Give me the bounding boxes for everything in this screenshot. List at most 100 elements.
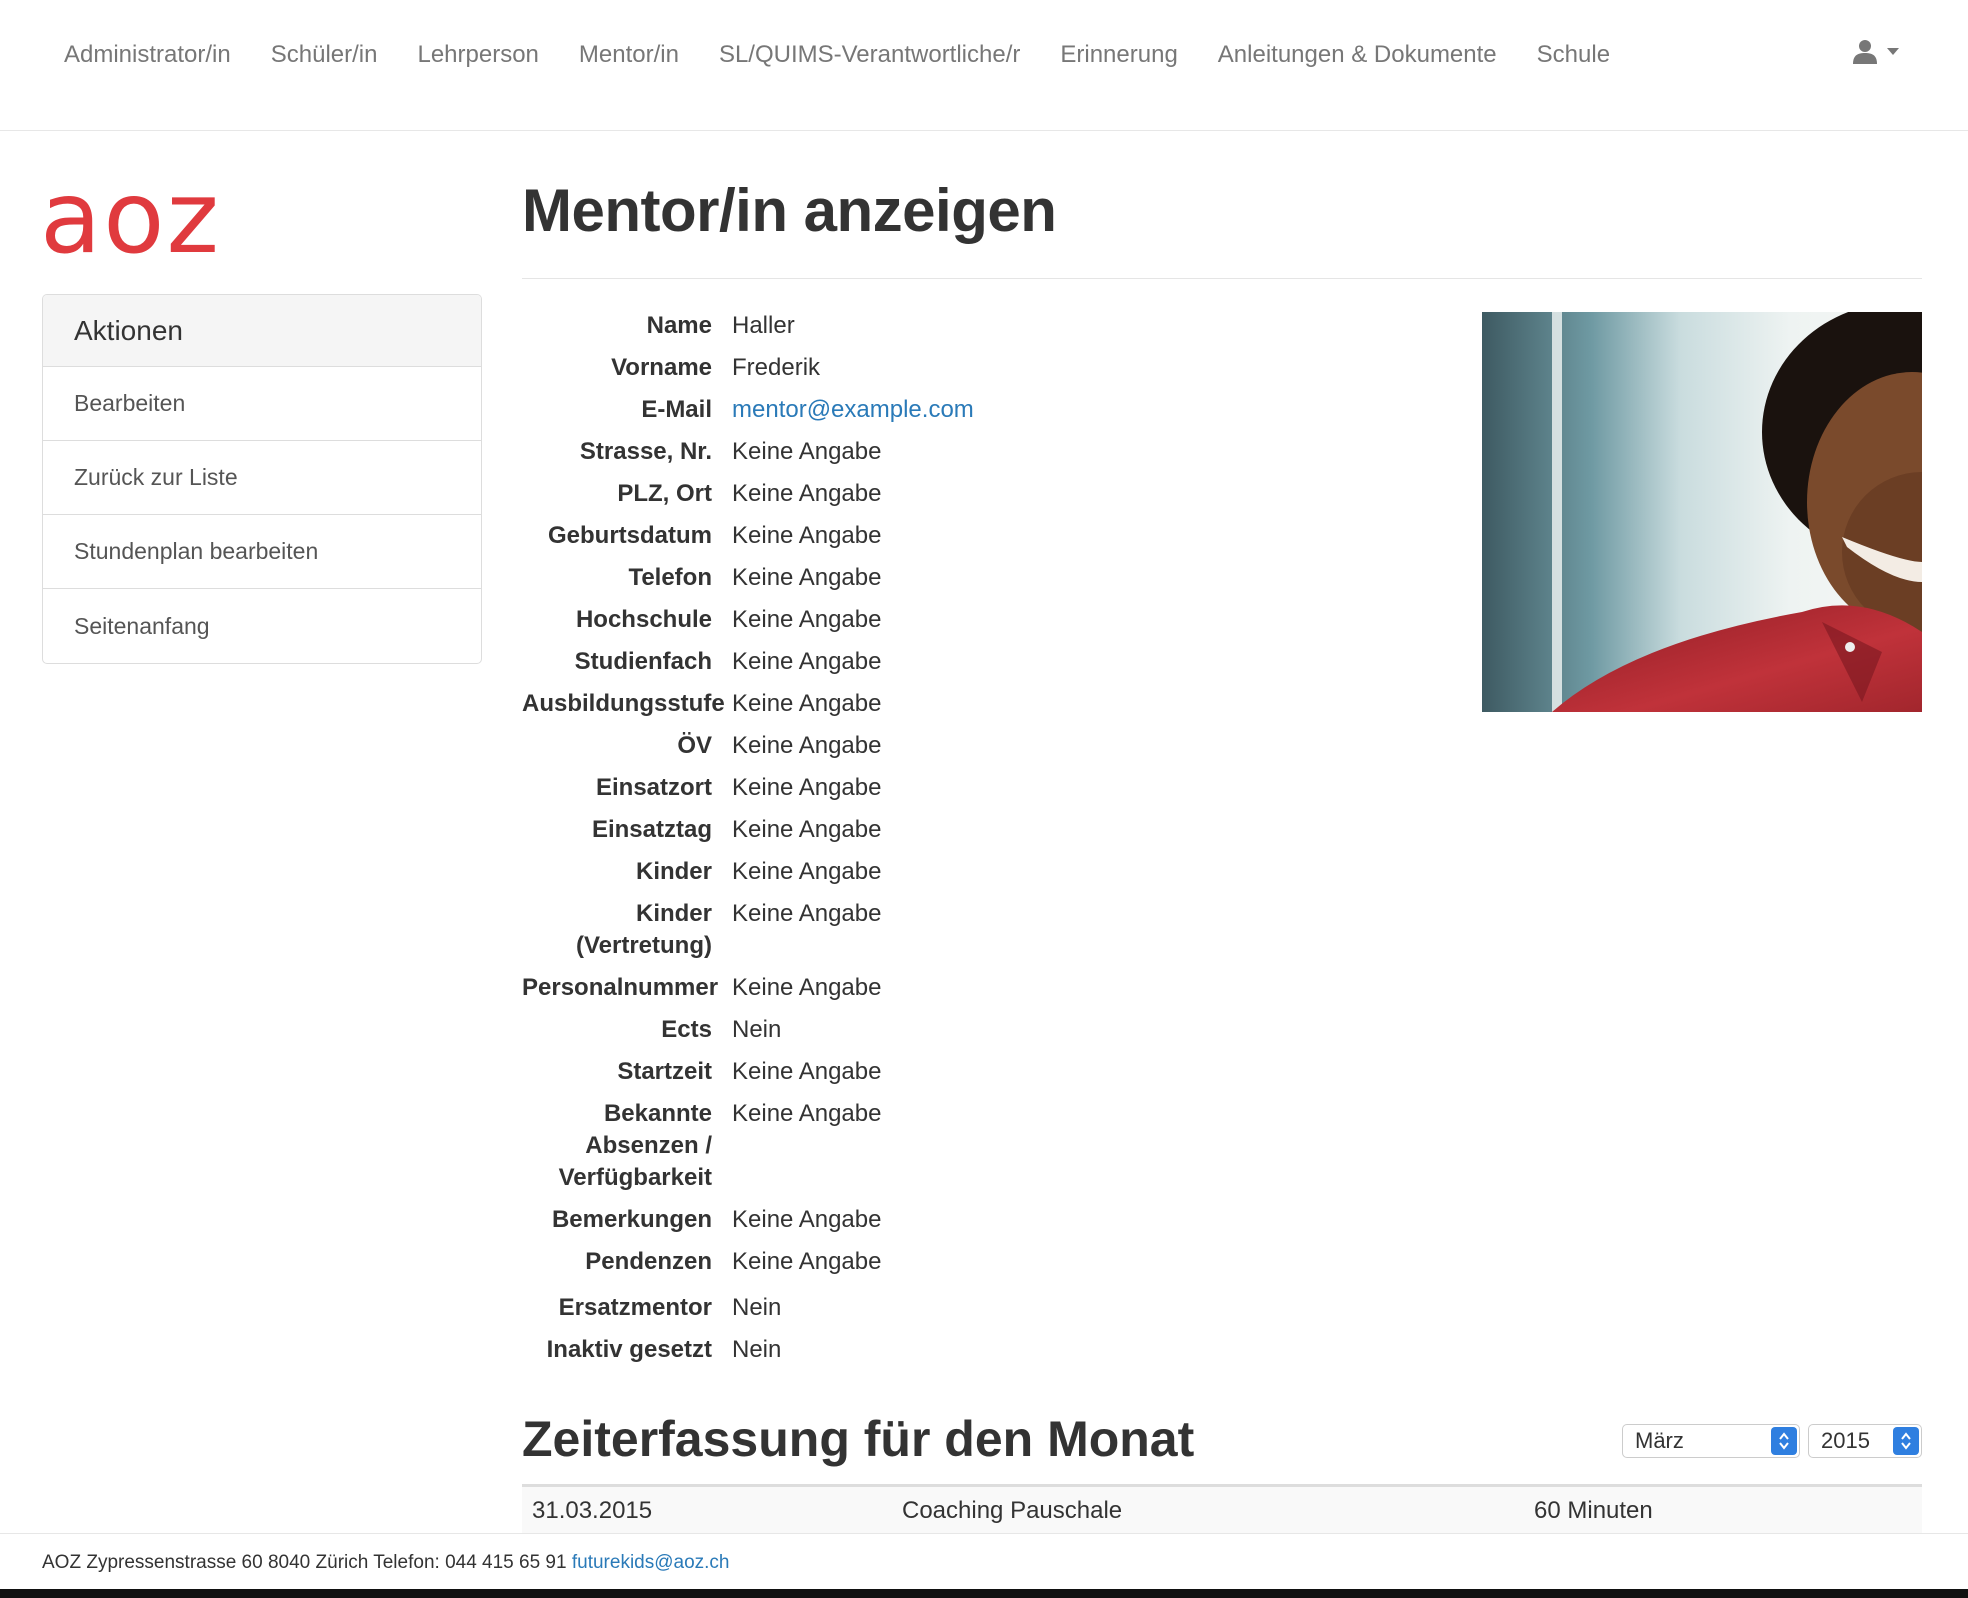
detail-value: Keine Angabe [732, 900, 882, 927]
detail-row-vorname: Vorname Frederik [522, 352, 1422, 384]
detail-row-inaktiv: Inaktiv gesetzt Nein [522, 1334, 1422, 1366]
caret-down-icon [1887, 48, 1899, 55]
detail-value: Keine Angabe [732, 858, 882, 885]
detail-value: Nein [732, 1016, 782, 1043]
detail-label: Personalnummer [522, 974, 719, 1001]
table-row: 31.03.2015 Coaching Pauschale 60 Minuten [522, 1487, 1922, 1535]
detail-value: Keine Angabe [732, 1248, 882, 1275]
detail-label: Pendenzen [585, 1248, 712, 1275]
detail-value: Keine Angabe [732, 1058, 882, 1085]
detail-row-kinder-vertretung: Kinder (Vertretung) Keine Angabe [522, 898, 1422, 962]
detail-label: PLZ, Ort [617, 480, 712, 507]
nav-item-schule[interactable]: Schule [1517, 38, 1630, 72]
detail-value: Keine Angabe [732, 1206, 882, 1233]
detail-row-plz: PLZ, Ort Keine Angabe [522, 478, 1422, 510]
footer-address: AOZ Zypressenstrasse 60 8040 Zürich Tele… [42, 1552, 567, 1573]
svg-text:aoz: aoz [40, 168, 221, 258]
detail-label: Inaktiv gesetzt [546, 1336, 712, 1363]
detail-label: Ects [661, 1016, 712, 1043]
detail-label: Name [646, 312, 712, 339]
detail-value: Nein [732, 1336, 782, 1363]
detail-row-hochschule: Hochschule Keine Angabe [522, 604, 1422, 636]
nav-item-administrator[interactable]: Administrator/in [44, 38, 251, 72]
detail-label: Studienfach [574, 648, 712, 675]
month-select-value: März [1635, 1428, 1684, 1453]
email-link[interactable]: mentor@example.com [732, 394, 1422, 426]
detail-value: Keine Angabe [732, 648, 882, 675]
bottom-edge [0, 1589, 1968, 1598]
detail-label: Vorname [611, 354, 712, 381]
detail-row-ersatzmentor: Ersatzmentor Nein [522, 1292, 1422, 1324]
detail-value: Keine Angabe [732, 974, 882, 1001]
detail-label: Telefon [628, 564, 712, 591]
detail-row-einsatzort: Einsatzort Keine Angabe [522, 772, 1422, 804]
detail-row-einsatztag: Einsatztag Keine Angabe [522, 814, 1422, 846]
detail-row-bemerkungen: Bemerkungen Keine Angabe [522, 1204, 1422, 1236]
detail-label: Ausbildungsstufe [522, 690, 725, 717]
nav-item-schueler[interactable]: Schüler/in [251, 38, 398, 72]
detail-label: ÖV [677, 732, 712, 759]
detail-label: Bekannte Absenzen / Verfügbarkeit [558, 1100, 712, 1191]
detail-value: Keine Angabe [732, 480, 882, 507]
detail-label: Strasse, Nr. [579, 438, 712, 465]
detail-value: Keine Angabe [732, 816, 882, 843]
zeiterfassung-title: Zeiterfassung für den Monat [522, 1411, 1195, 1467]
detail-row-oev: ÖV Keine Angabe [522, 730, 1422, 762]
detail-row-ausbildungsstufe: Ausbildungsstufe Keine Angabe [522, 688, 1422, 720]
select-arrows-icon [1771, 1427, 1797, 1455]
detail-label: Ersatzmentor [558, 1294, 712, 1321]
detail-row-studienfach: Studienfach Keine Angabe [522, 646, 1422, 678]
detail-row-geburtsdatum: Geburtsdatum Keine Angabe [522, 520, 1422, 552]
detail-row-strasse: Strasse, Nr. Keine Angabe [522, 436, 1422, 468]
detail-row-pendenzen: Pendenzen Keine Angabe [522, 1246, 1422, 1278]
user-menu-dropdown[interactable] [1852, 38, 1900, 64]
month-select[interactable]: März [1622, 1424, 1800, 1458]
nav-item-sl-quims[interactable]: SL/QUIMS-Verantwortliche/r [699, 38, 1040, 72]
main-nav: Administrator/in Schüler/in Lehrperson M… [44, 38, 1630, 72]
detail-row-ects: Ects Nein [522, 1014, 1422, 1046]
detail-label: Startzeit [617, 1058, 712, 1085]
detail-value: Keine Angabe [732, 1100, 882, 1127]
detail-label: Einsatztag [591, 816, 712, 843]
top-navbar: Administrator/in Schüler/in Lehrperson M… [0, 0, 1968, 131]
mentor-photo [1482, 312, 1922, 712]
cell-type: Coaching Pauschale [902, 1497, 1123, 1524]
detail-row-startzeit: Startzeit Keine Angabe [522, 1056, 1422, 1088]
detail-value: Nein [732, 1294, 782, 1321]
actions-panel: Aktionen Bearbeiten Zurück zur Liste Stu… [42, 294, 482, 664]
actions-panel-heading: Aktionen [43, 295, 481, 367]
action-seitenanfang[interactable]: Seitenanfang [43, 589, 481, 663]
detail-label: E-Mail [641, 396, 712, 423]
year-select[interactable]: 2015 [1808, 1424, 1922, 1458]
nav-item-anleitungen[interactable]: Anleitungen & Dokumente [1198, 38, 1517, 72]
page-title: Mentor/in anzeigen [522, 177, 1057, 244]
detail-value: Keine Angabe [732, 690, 882, 717]
nav-item-lehrperson[interactable]: Lehrperson [397, 38, 558, 72]
detail-label: Geburtsdatum [547, 522, 712, 549]
detail-label: Kinder (Vertretung) [575, 900, 712, 959]
detail-row-telefon: Telefon Keine Angabe [522, 562, 1422, 594]
nav-item-erinnerung[interactable]: Erinnerung [1040, 38, 1197, 72]
user-icon [1853, 40, 1877, 64]
detail-value: Keine Angabe [732, 564, 882, 591]
detail-row-name: Name Haller [522, 310, 1422, 342]
nav-item-mentor[interactable]: Mentor/in [559, 38, 699, 72]
aoz-logo: aoz [40, 159, 240, 276]
detail-value: Frederik [732, 354, 821, 381]
action-zurueck-zur-liste[interactable]: Zurück zur Liste [43, 441, 481, 515]
detail-row-kinder: Kinder Keine Angabe [522, 856, 1422, 888]
footer-email-link[interactable]: futurekids@aoz.ch [572, 1552, 730, 1573]
detail-value: Keine Angabe [732, 774, 882, 801]
action-stundenplan-bearbeiten[interactable]: Stundenplan bearbeiten [43, 515, 481, 589]
detail-label: Hochschule [575, 606, 712, 633]
footer: AOZ Zypressenstrasse 60 8040 Zürich Tele… [0, 1533, 1968, 1589]
mentor-details: Name Haller Vorname Frederik E-Mail mentor@… [522, 310, 1422, 1376]
detail-value: Keine Angabe [732, 438, 882, 465]
title-divider [522, 278, 1922, 279]
detail-value: Keine Angabe [732, 522, 882, 549]
action-bearbeiten[interactable]: Bearbeiten [43, 367, 481, 441]
year-select-value: 2015 [1821, 1428, 1870, 1453]
detail-value: Keine Angabe [732, 606, 882, 633]
detail-row-absenzen: Bekannte Absenzen / Verfügbarkeit Keine A… [522, 1098, 1422, 1194]
detail-label: Einsatzort [595, 774, 712, 801]
